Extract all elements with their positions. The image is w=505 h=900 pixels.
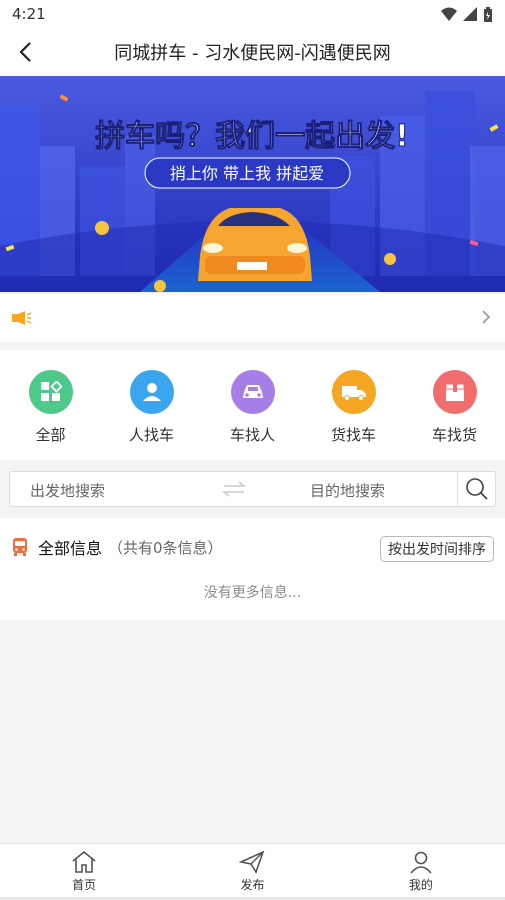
nav-publish[interactable]: 发布 xyxy=(168,844,336,900)
route-search-row: 出发地搜索 目的地搜索 xyxy=(0,460,505,518)
user-icon xyxy=(410,851,432,874)
car-icon xyxy=(230,370,275,414)
app-header: 同城拼车 - 习水便民网-闪遇便民网 xyxy=(0,28,505,76)
category-label: 车找货 xyxy=(431,426,477,444)
swap-arrows-icon[interactable] xyxy=(222,481,246,497)
category-label: 货找车 xyxy=(330,426,376,444)
car-illustration xyxy=(198,208,312,281)
grid-icon xyxy=(28,370,73,414)
category-cargo-find-car[interactable]: 货找车 xyxy=(314,370,394,445)
chevron-left-icon xyxy=(19,42,31,62)
wifi-icon xyxy=(441,7,457,21)
home-icon xyxy=(72,850,96,873)
departure-search-input[interactable]: 出发地搜索 xyxy=(30,480,105,501)
signal-icon xyxy=(463,7,477,21)
nav-mine[interactable]: 我的 xyxy=(337,844,505,900)
megaphone-icon xyxy=(12,311,32,325)
destination-search-input[interactable]: 目的地搜索 xyxy=(310,480,385,501)
send-icon xyxy=(239,850,265,874)
truck-icon xyxy=(331,370,376,414)
search-button[interactable] xyxy=(457,472,495,506)
bottom-nav: 首页 发布 我的 xyxy=(0,843,505,900)
info-panel: 全部信息 （共有0条信息） 按出发时间排序 没有更多信息... xyxy=(0,518,505,620)
search-icon xyxy=(465,478,488,500)
back-button[interactable] xyxy=(10,36,40,68)
info-count: （共有0条信息） xyxy=(108,538,223,557)
chevron-right-icon xyxy=(482,310,491,324)
category-car-find-cargo[interactable]: 车找货 xyxy=(415,370,495,445)
info-title: 全部信息 xyxy=(38,539,103,558)
nav-label: 首页 xyxy=(72,878,97,892)
status-time: 4:21 xyxy=(12,5,46,23)
category-car-find-person[interactable]: 车找人 xyxy=(213,370,293,445)
category-label: 人找车 xyxy=(128,426,174,444)
promo-banner[interactable]: 拼车吗？我们一起出发! 捎上你 带上我 拼起爱 xyxy=(0,76,505,292)
nav-home[interactable]: 首页 xyxy=(0,844,168,900)
info-header: 全部信息 （共有0条信息） xyxy=(12,535,223,559)
bus-icon xyxy=(13,538,27,556)
nav-label: 发布 xyxy=(240,878,265,892)
banner-headline: 拼车吗？我们一起出发! xyxy=(95,119,409,154)
battery-icon xyxy=(484,6,492,22)
category-person-find-car[interactable]: 人找车 xyxy=(112,370,192,445)
notice-bar[interactable] xyxy=(0,294,505,342)
nav-label: 我的 xyxy=(408,878,433,892)
category-label: 全部 xyxy=(35,426,66,444)
category-label: 车找人 xyxy=(229,426,275,444)
status-icons xyxy=(441,6,493,22)
person-icon xyxy=(129,370,174,414)
category-all[interactable]: 全部 xyxy=(11,370,91,445)
box-icon xyxy=(432,370,477,414)
empty-list-text: 没有更多信息... xyxy=(203,585,302,601)
status-bar: 4:21 xyxy=(0,0,505,28)
category-row: 全部 人找车 车找人 货找车 车找货 xyxy=(0,350,505,460)
page-title: 同城拼车 - 习水便民网-闪遇便民网 xyxy=(114,43,391,64)
banner-subline: 捎上你 带上我 拼起爱 xyxy=(170,164,324,183)
route-search-box: 出发地搜索 目的地搜索 xyxy=(9,471,496,507)
sort-by-departure-button[interactable]: 按出发时间排序 xyxy=(380,536,494,562)
